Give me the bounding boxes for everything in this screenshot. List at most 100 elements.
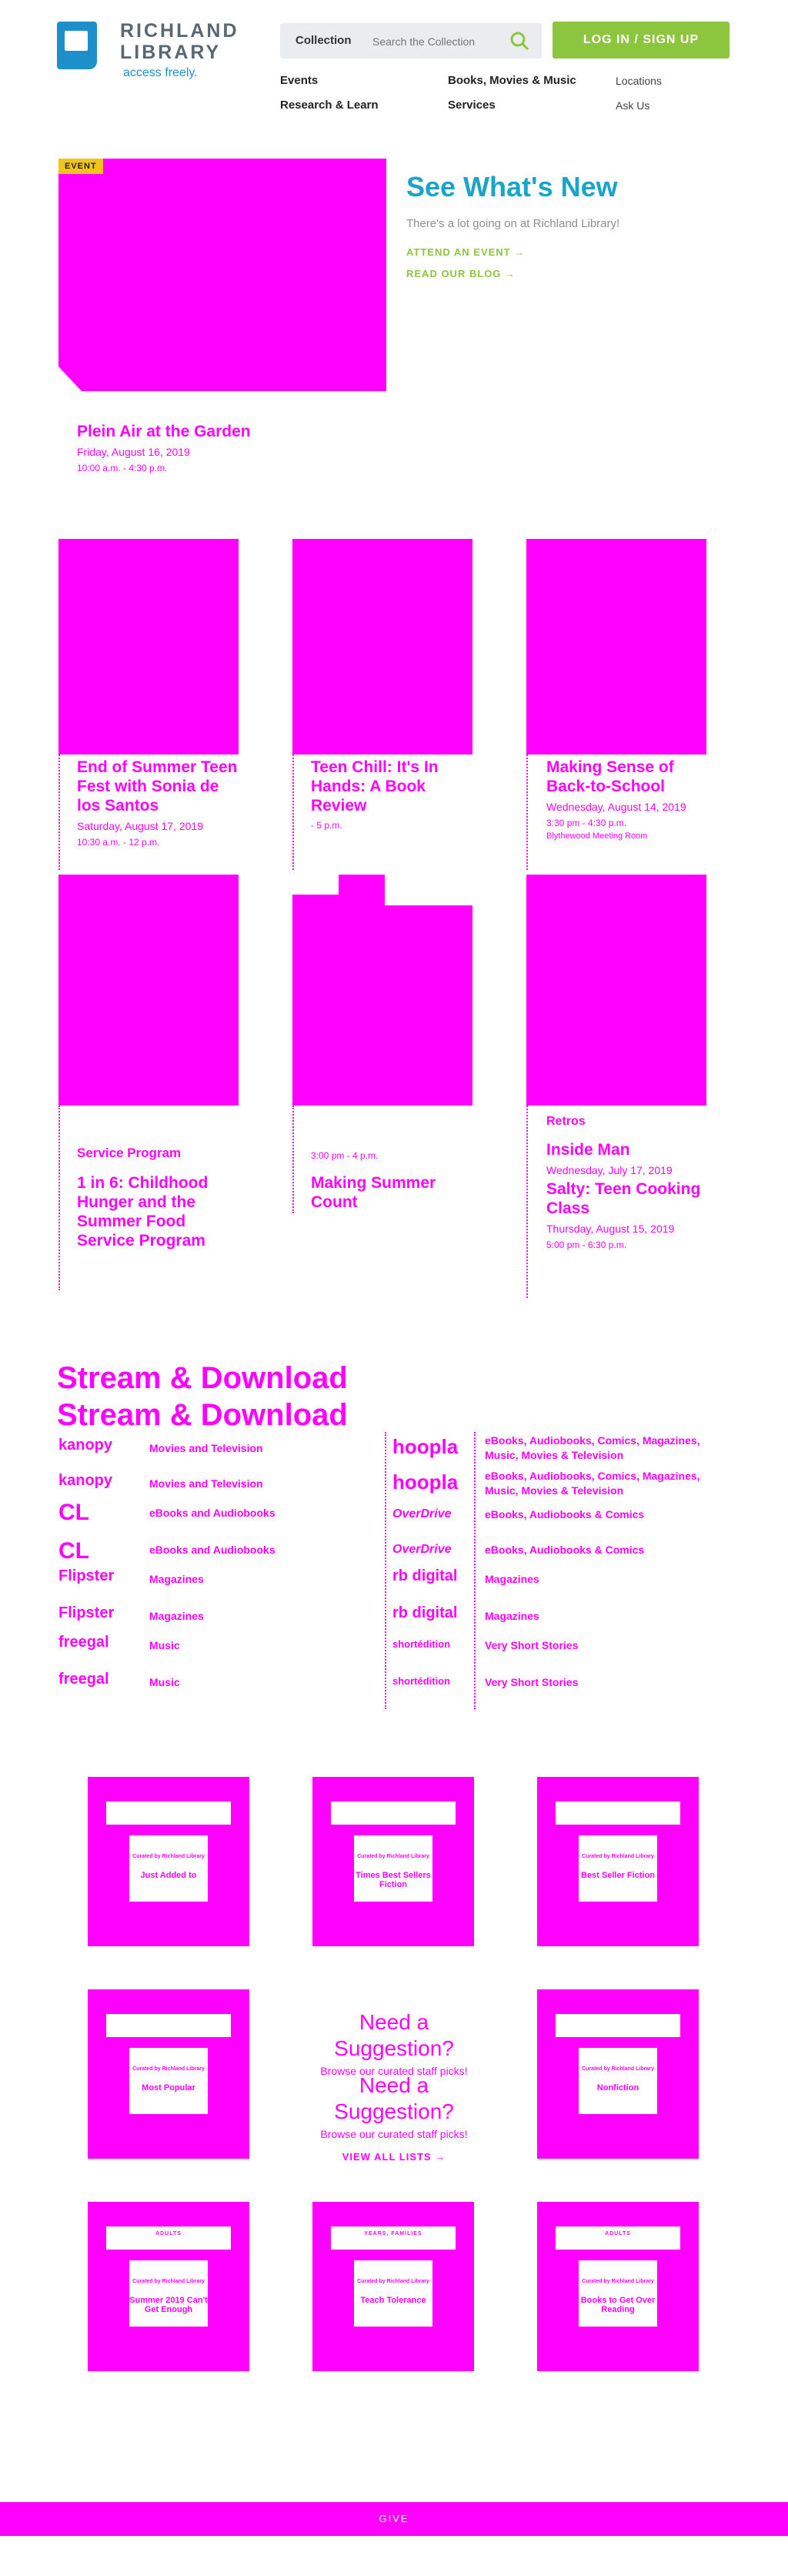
- hoopla-logo[interactable]: hoopla: [392, 1470, 477, 1494]
- event-card-image[interactable]: [292, 539, 472, 754]
- event-date: Wednesday, July 17, 2019: [546, 1164, 673, 1176]
- event-location: Blythewood Meeting Room: [546, 831, 648, 841]
- event-card[interactable]: Retros Inside Man Wednesday, July 17, 20…: [546, 1112, 708, 1250]
- event-title: Salty: Teen Cooking Class: [546, 1180, 701, 1217]
- book-list-card[interactable]: YEARS, FAMILIES Curated by Richland Libr…: [312, 2202, 474, 2371]
- event-card[interactable]: Service Program 1 in 6: Childhood Hunger…: [77, 1146, 239, 1250]
- card-divider: [292, 739, 294, 870]
- hero-event-date: Friday, August 16, 2019: [77, 446, 190, 458]
- book-list-card[interactable]: ADULTS Curated by Richland Library Books…: [537, 2202, 699, 2371]
- kanopy-logo[interactable]: kanopy: [58, 1472, 143, 1490]
- flipster-logo[interactable]: Flipster: [58, 1567, 143, 1585]
- service-desc[interactable]: Very Short Stories: [485, 1675, 716, 1690]
- event-time: 10:30 a.m. - 12 p.m.: [77, 837, 160, 848]
- book-list-card[interactable]: Curated by Richland Library Just Added t…: [88, 1777, 249, 1946]
- login-signup-button[interactable]: LOG IN / SIGN UP: [553, 22, 730, 59]
- event-card[interactable]: Teen Chill: It's In Hands: A Book Review…: [311, 758, 472, 831]
- list-title: Most Popular: [142, 2083, 195, 2093]
- service-desc[interactable]: eBooks and Audiobooks: [149, 1506, 380, 1521]
- event-card-image[interactable]: [58, 539, 239, 754]
- shortedition-logo[interactable]: shortédition: [392, 1675, 477, 1687]
- logo-tagline: access freely.: [123, 66, 198, 79]
- event-tag: Service Program: [77, 1146, 182, 1160]
- nav-books-movies-music[interactable]: Books, Movies & Music: [448, 74, 576, 87]
- stream-divider: [385, 1432, 386, 1709]
- nav-research-learn[interactable]: Research & Learn: [280, 99, 379, 112]
- service-desc[interactable]: Magazines: [149, 1609, 380, 1624]
- event-title: Making Sense of Back-to-School: [546, 758, 674, 795]
- list-curator: Curated by Richland Library: [357, 1854, 429, 1859]
- freegal-logo[interactable]: freegal: [58, 1634, 143, 1651]
- service-desc[interactable]: Magazines: [149, 1572, 380, 1587]
- give-footer-bar[interactable]: GIVE: [0, 2502, 788, 2536]
- event-time: - 5 p.m.: [311, 820, 342, 831]
- hero-event-title: Plein Air at the Garden: [77, 423, 251, 440]
- attend-event-link[interactable]: ATTEND AN EVENT →: [406, 246, 525, 258]
- event-card[interactable]: End of Summer Teen Fest with Sonia de lo…: [77, 758, 239, 848]
- event-card-image[interactable]: [292, 875, 472, 1106]
- service-desc[interactable]: Music: [149, 1638, 380, 1653]
- list-audience: YEARS, FAMILIES: [364, 2231, 422, 2236]
- service-desc[interactable]: Magazines: [485, 1609, 716, 1624]
- nav-events[interactable]: Events: [280, 74, 318, 87]
- list-title: Summer 2019 Can't Get Enough: [129, 2296, 208, 2314]
- book-list-card[interactable]: Curated by Richland Library Most Popular: [88, 1989, 249, 2159]
- overdrive-logo[interactable]: OverDrive: [392, 1507, 477, 1521]
- search-scope-select[interactable]: Collection: [296, 34, 352, 47]
- list-curator: Curated by Richland Library: [582, 2066, 654, 2072]
- service-desc[interactable]: eBooks, Audiobooks & Comics: [485, 1543, 716, 1557]
- list-curator: Curated by Richland Library: [582, 1854, 654, 1859]
- logo-name-line2: LIBRARY: [120, 42, 222, 63]
- card-divider: [292, 1106, 294, 1213]
- overdrive-logo[interactable]: OverDrive: [392, 1543, 477, 1557]
- hero-event-time: 10:00 a.m. - 4:30 p.m.: [77, 463, 168, 473]
- kanopy-logo[interactable]: kanopy: [58, 1437, 143, 1454]
- service-desc[interactable]: Magazines: [485, 1572, 716, 1587]
- service-desc[interactable]: eBooks and Audiobooks: [149, 1543, 380, 1557]
- service-desc[interactable]: eBooks, Audiobooks, Comics, Magazines, M…: [485, 1434, 723, 1463]
- list-audience: ADULTS: [155, 2231, 182, 2236]
- service-desc[interactable]: Very Short Stories: [485, 1638, 716, 1653]
- search-input[interactable]: [371, 31, 505, 52]
- list-title: Just Added to: [140, 1871, 197, 1880]
- event-card-image[interactable]: [58, 875, 239, 1106]
- event-time: 3:00 pm - 4 p.m.: [311, 1150, 379, 1161]
- hero-event-image[interactable]: [58, 159, 386, 391]
- freegal-logo[interactable]: freegal: [58, 1671, 143, 1688]
- service-desc[interactable]: Music: [149, 1675, 380, 1690]
- event-title: Making Summer Count: [311, 1174, 436, 1211]
- list-curator: Curated by Richland Library: [132, 1854, 205, 1859]
- book-list-card[interactable]: Curated by Richland Library Nonfiction: [537, 1989, 699, 2159]
- flipster-logo[interactable]: Flipster: [58, 1604, 143, 1622]
- event-card[interactable]: Making Sense of Back-to-School Wednesday…: [546, 758, 708, 841]
- service-desc[interactable]: Movies and Television: [149, 1477, 380, 1491]
- view-all-lists-link[interactable]: VIEW ALL LISTS →: [297, 2151, 491, 2163]
- library-logo[interactable]: RICHLAND LIBRARY access freely.: [57, 20, 257, 82]
- nav-services[interactable]: Services: [448, 99, 496, 112]
- list-title: Times Best Sellers Fiction: [356, 1871, 431, 1889]
- event-card-image[interactable]: [526, 875, 706, 1106]
- list-title: Books to Get Over Reading: [580, 2296, 656, 2314]
- event-card-image[interactable]: [526, 539, 706, 754]
- read-blog-link[interactable]: READ OUR BLOG →: [406, 268, 516, 279]
- service-desc[interactable]: eBooks, Audiobooks & Comics: [485, 1507, 716, 1522]
- cl-logo[interactable]: CL: [58, 1500, 143, 1526]
- shortedition-logo[interactable]: shortédition: [392, 1638, 477, 1650]
- cl-logo[interactable]: CL: [58, 1538, 143, 1564]
- rbdigital-logo[interactable]: rb digital: [392, 1567, 477, 1585]
- nav-locations[interactable]: Locations: [616, 75, 662, 87]
- hero-event-details[interactable]: Plein Air at the Garden Friday, August 1…: [77, 422, 308, 473]
- book-list-card[interactable]: Curated by Richland Library Times Best S…: [312, 1777, 474, 1946]
- search-bar: Collection: [280, 23, 542, 59]
- event-card[interactable]: 3:00 pm - 4 p.m. Making Summer Count: [311, 1150, 472, 1212]
- rbdigital-logo[interactable]: rb digital: [392, 1604, 477, 1622]
- hoopla-logo[interactable]: hoopla: [392, 1435, 477, 1459]
- book-list-card[interactable]: Curated by Richland Library Best Seller …: [537, 1777, 699, 1946]
- nav-ask-us[interactable]: Ask Us: [616, 99, 649, 112]
- search-icon[interactable]: [505, 26, 534, 55]
- library-logo-icon: [57, 22, 97, 69]
- service-desc[interactable]: eBooks, Audiobooks, Comics, Magazines, M…: [485, 1469, 723, 1498]
- suggestion-subtitle: Browse our curated staff picks!: [320, 2128, 468, 2140]
- service-desc[interactable]: Movies and Television: [149, 1441, 380, 1456]
- book-list-card[interactable]: ADULTS Curated by Richland Library Summe…: [88, 2202, 249, 2371]
